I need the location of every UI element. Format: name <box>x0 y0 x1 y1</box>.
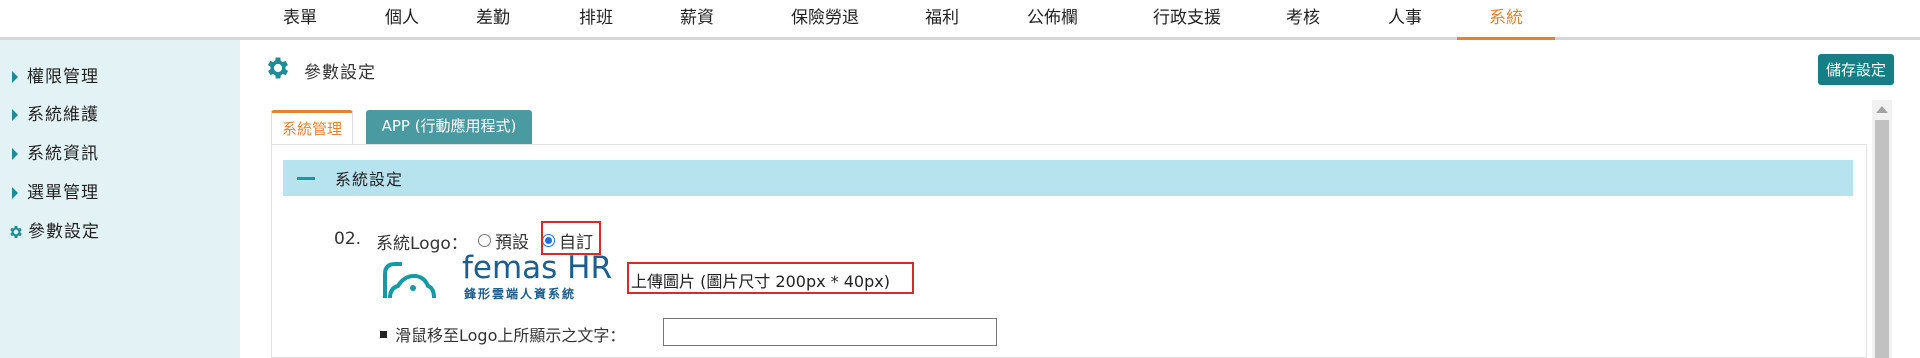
nav-item-payroll[interactable]: 薪資 <box>667 0 727 37</box>
sidebar-item-parameters[interactable]: 參數設定 <box>8 219 100 245</box>
hover-text-label: 滑鼠移至Logo上所顯示之文字： <box>395 326 626 345</box>
radio-default[interactable]: 預設 <box>478 227 529 253</box>
nav-item-admin-support[interactable]: 行政支援 <box>1137 0 1237 37</box>
nav-item-forms[interactable]: 表單 <box>270 0 330 37</box>
sidebar-item-label: 參數設定 <box>28 222 100 242</box>
nav-item-personal[interactable]: 個人 <box>372 0 432 37</box>
bullet-icon <box>380 330 387 338</box>
setting-number: 02. <box>334 229 362 249</box>
nav-item-hr[interactable]: 人事 <box>1375 0 1435 37</box>
logo-brand-text: femas HR <box>462 254 612 286</box>
tab-system-management[interactable]: 系統管理 <box>271 110 353 145</box>
tab-app[interactable]: APP (行動應用程式) <box>366 110 532 145</box>
nav-item-welfare[interactable]: 福利 <box>912 0 972 37</box>
setting-label: 系統Logo： <box>376 234 468 254</box>
scrollbar[interactable] <box>1872 100 1892 358</box>
highlight-box <box>541 221 601 255</box>
nav-item-attendance[interactable]: 差勤 <box>463 0 523 37</box>
caret-right-icon <box>12 187 18 199</box>
page-title: 參數設定 <box>304 62 376 83</box>
sidebar-item-permissions[interactable]: 權限管理 <box>10 64 99 90</box>
hover-text-row: 滑鼠移至Logo上所顯示之文字： <box>380 322 625 346</box>
highlight-box <box>627 262 914 294</box>
page-header: 參數設定 <box>264 54 376 86</box>
caret-right-icon <box>12 148 18 160</box>
radio-default-label: 預設 <box>495 232 529 253</box>
sidebar-item-menu[interactable]: 選單管理 <box>10 180 99 206</box>
gear-icon <box>264 54 292 86</box>
sidebar-item-system-info[interactable]: 系統資訊 <box>10 141 99 167</box>
collapse-minus-icon[interactable] <box>297 176 315 180</box>
sidebar-item-label: 權限管理 <box>27 67 99 87</box>
section-header[interactable]: 系統設定 <box>283 160 1853 196</box>
scrollbar-thumb[interactable] <box>1875 120 1889 358</box>
section-title: 系統設定 <box>335 170 404 189</box>
sidebar-item-label: 選單管理 <box>27 183 99 203</box>
nav-item-review[interactable]: 考核 <box>1273 0 1333 37</box>
gear-icon <box>8 224 24 240</box>
top-navigation: 表單 個人 差勤 排班 薪資 保險勞退 福利 公佈欄 行政支援 考核 人事 系統 <box>0 0 1920 40</box>
nav-item-scheduling[interactable]: 排班 <box>566 0 626 37</box>
nav-item-bulletin[interactable]: 公佈欄 <box>1015 0 1090 37</box>
caret-right-icon <box>12 109 18 121</box>
sidebar-item-label: 系統資訊 <box>27 144 99 164</box>
nav-item-system[interactable]: 系統 <box>1457 0 1555 40</box>
hover-text-input[interactable] <box>663 318 997 346</box>
sidebar-item-label: 系統維護 <box>27 105 99 125</box>
caret-right-icon <box>12 71 18 83</box>
scroll-up-arrow-icon[interactable] <box>1876 106 1888 113</box>
logo-subtitle-text: 鋒形雲端人資系統 <box>463 286 576 301</box>
femas-hr-logo: femas HR 鋒形雲端人資系統 <box>382 250 622 304</box>
sidebar: 權限管理 系統維護 系統資訊 選單管理 參數設定 <box>0 40 240 358</box>
nav-item-insurance[interactable]: 保險勞退 <box>775 0 875 37</box>
save-settings-button[interactable]: 儲存設定 <box>1818 54 1894 85</box>
radio-default-control[interactable] <box>478 233 491 247</box>
sidebar-item-maintenance[interactable]: 系統維護 <box>10 102 99 128</box>
